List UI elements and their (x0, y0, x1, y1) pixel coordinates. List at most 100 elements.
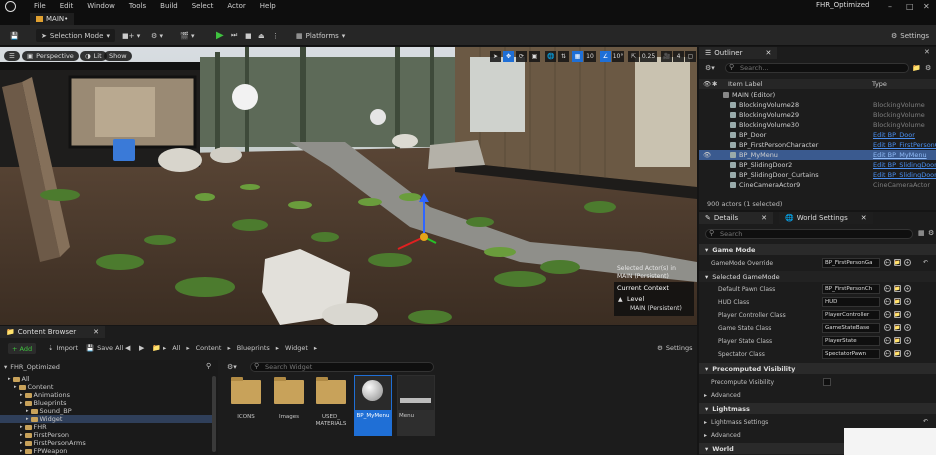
tree-folder-row[interactable]: ▸ FPWeapon (0, 447, 216, 455)
tree-scrollbar[interactable] (212, 376, 216, 452)
content-browser-tab[interactable]: 📁 Content Browser ✕ (0, 326, 106, 338)
scale-snap-toggle[interactable]: ⇱ (628, 51, 639, 62)
details-tab[interactable]: ✎ Details ✕ (699, 212, 774, 224)
browse-icon[interactable]: 📁 (894, 311, 901, 318)
menu-select[interactable]: Select (192, 2, 214, 10)
visibility-eye-icon[interactable]: 👁 (703, 151, 711, 159)
use-selected-icon[interactable]: ← (884, 350, 891, 357)
section-selected-gamemode[interactable]: ▾ Selected GameMode (699, 271, 936, 282)
outliner-row[interactable]: BlockingVolume28 BlockingVolume (699, 100, 936, 110)
edit-blueprint-link[interactable]: Edit BP_MyMenu (873, 151, 927, 159)
browse-icon[interactable]: 📁 (894, 337, 901, 344)
property-class-dropdown[interactable]: PlayerController (822, 310, 880, 320)
asset-search-input[interactable]: Search Widget (250, 362, 434, 372)
surface-snap-icon[interactable]: ⇅ (558, 51, 569, 62)
lit-button[interactable]: ◑ Lit (80, 51, 107, 61)
outliner-settings-icon[interactable]: ⚙ (925, 64, 931, 72)
use-selected-icon[interactable]: ← (884, 259, 891, 266)
filter-button[interactable]: ⚙▾ (227, 363, 237, 371)
world-settings-tab[interactable]: 🌐 World Settings ✕ (779, 212, 873, 224)
outliner-row[interactable]: 👁 BP_MyMenu Edit BP_MyMenu (699, 150, 936, 160)
edit-blueprint-link[interactable]: Edit BP_FirstPersonC (873, 141, 936, 149)
asset-folder-images[interactable]: Images (271, 376, 307, 434)
cb-settings-button[interactable]: ⚙ Settings (657, 344, 693, 352)
menu-help[interactable]: Help (260, 2, 276, 10)
tree-folder-row[interactable]: ▸ Animations (0, 391, 216, 399)
use-selected-icon[interactable]: ← (884, 337, 891, 344)
tree-folder-row[interactable]: ▸ All (0, 375, 216, 383)
details-search-input[interactable]: Search (705, 229, 913, 239)
scale-tool-icon[interactable]: ▣ (529, 51, 540, 62)
asset-bp-mymenu[interactable]: BP_MyMenu (354, 375, 392, 436)
outliner-row[interactable]: MAIN (Editor) (699, 90, 936, 100)
add-icon[interactable]: + (904, 285, 911, 292)
section-precomputed-visibility[interactable]: ▾ Precomputed Visibility (699, 363, 936, 374)
tree-root[interactable]: ▾ FHR_Optimized (4, 363, 60, 371)
use-selected-icon[interactable]: ← (884, 285, 891, 292)
property-class-dropdown[interactable]: GameStateBase (822, 323, 880, 333)
tree-folder-row[interactable]: ▸ FirstPerson (0, 431, 216, 439)
breadcrumb-blueprints[interactable]: Blueprints (237, 344, 270, 352)
reset-icon[interactable]: ↶ (923, 259, 928, 266)
add-button[interactable]: + Add (8, 343, 37, 354)
browse-icon[interactable]: 📁 (894, 350, 901, 357)
asset-menu-widget[interactable]: Menu (397, 375, 435, 436)
add-actor-button[interactable]: ■+ ▾ (117, 29, 145, 42)
maximize-icon[interactable]: □ (906, 2, 914, 11)
property-matrix-icon[interactable]: ▦ (918, 229, 925, 237)
close-panel-icon[interactable]: ✕ (924, 48, 930, 56)
save-icon[interactable]: 💾 (5, 29, 24, 42)
add-icon[interactable]: + (904, 324, 911, 331)
outliner-row[interactable]: CineCameraActor9 CineCameraActor (699, 180, 936, 190)
outliner-row[interactable]: BP_FirstPersonCharacter Edit BP_FirstPers… (699, 140, 936, 150)
tree-folder-row[interactable]: ▸ Sound_BP (0, 407, 216, 415)
browse-icon[interactable]: 📁 (894, 259, 901, 266)
edit-blueprint-link[interactable]: Edit BP_Door (873, 131, 915, 139)
outliner-add-folder-icon[interactable]: 📁 (912, 64, 921, 72)
outliner-row[interactable]: BlockingVolume29 BlockingVolume (699, 110, 936, 120)
breadcrumb-content[interactable]: Content (196, 344, 222, 352)
selection-mode-dropdown[interactable]: ➤ Selection Mode ▾ (36, 29, 115, 42)
world-space-icon[interactable]: 🌐 (545, 51, 557, 62)
outliner-row[interactable]: BP_SlidingDoor2 Edit BP_SlidingDoor (699, 160, 936, 170)
folder-root-icon[interactable]: 📁 (152, 344, 161, 352)
add-icon[interactable]: + (904, 259, 911, 266)
scale-snap-value[interactable]: 0.25 (640, 51, 657, 62)
menu-tools[interactable]: Tools (129, 2, 146, 10)
close-icon[interactable]: ✕ (761, 214, 767, 222)
outliner-row[interactable]: BP_SlidingDoor_Curtains Edit BP_SlidingDo… (699, 170, 936, 180)
section-game-mode[interactable]: ▾ Game Mode (699, 244, 936, 255)
browse-icon[interactable]: 📁 (894, 285, 901, 292)
menu-actor[interactable]: Actor (227, 2, 245, 10)
show-button[interactable]: Show (104, 51, 132, 61)
viewport-options-button[interactable]: ☰ (4, 51, 20, 61)
edit-blueprint-link[interactable]: Edit BP_SlidingDoor (873, 161, 936, 169)
property-class-dropdown[interactable]: BP_FirstPersonCh (822, 284, 880, 294)
back-icon[interactable]: ◀ (125, 344, 130, 352)
grid-snap-toggle[interactable]: ▦ (572, 51, 583, 62)
settings-dropdown[interactable]: ⚙ Settings (886, 29, 934, 42)
tree-folder-row[interactable]: ▸ FirstPersonArms (0, 439, 216, 447)
asset-folder-used-materials[interactable]: USED_ MATERIALS (313, 376, 349, 434)
play-options-icon[interactable]: ⋮ (267, 29, 284, 42)
advanced-row-1[interactable]: ▸ Advanced (699, 389, 936, 402)
tree-folder-row[interactable]: ▸ Content (0, 383, 216, 391)
translate-tool-icon[interactable]: ✥ (503, 51, 514, 62)
camera-speed-icon[interactable]: 🎥 (661, 51, 673, 62)
outliner-row[interactable]: BP_Door Edit BP_Door (699, 130, 936, 140)
grid-snap-value[interactable]: 10 (584, 51, 596, 62)
gamemode-override-dropdown[interactable]: BP_FirstPersonGa (822, 258, 880, 268)
browse-icon[interactable]: 📁 (894, 298, 901, 305)
menu-build[interactable]: Build (160, 2, 178, 10)
breadcrumb-all[interactable]: All (172, 344, 180, 352)
add-icon[interactable]: + (904, 350, 911, 357)
cinematics-button[interactable]: 🎬 ▾ (175, 29, 199, 42)
property-class-dropdown[interactable]: HUD (822, 297, 880, 307)
add-icon[interactable]: + (904, 298, 911, 305)
edit-blueprint-link[interactable]: Edit BP_SlidingDoor (873, 171, 936, 179)
maximize-viewport-icon[interactable]: ▢ (685, 51, 696, 62)
menu-file[interactable]: File (34, 2, 46, 10)
rotation-snap-value[interactable]: 10° (612, 51, 624, 62)
rotation-snap-toggle[interactable]: ∠ (600, 51, 611, 62)
perspective-button[interactable]: ▣ Perspective (22, 51, 79, 61)
